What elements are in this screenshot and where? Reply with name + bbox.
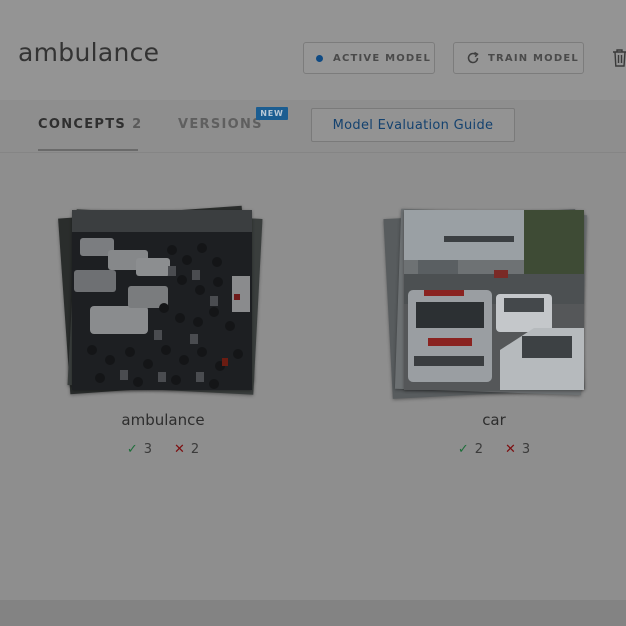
concept-name: ambulance — [121, 411, 205, 429]
status-dot-icon — [316, 54, 323, 62]
negative-count: ✕ 2 — [174, 442, 200, 457]
model-title: ambulance — [18, 38, 160, 67]
check-icon: ✓ — [457, 442, 469, 457]
trash-icon[interactable] — [612, 48, 626, 72]
tab-versions[interactable]: VERSIONS — [178, 117, 263, 132]
concept-name: car — [482, 411, 506, 429]
negative-count: ✕ 3 — [505, 442, 531, 457]
tab-concepts[interactable]: CONCEPTS 2 — [38, 117, 142, 132]
new-badge: NEW — [256, 107, 288, 120]
train-model-label: TRAIN MODEL — [488, 52, 579, 64]
active-model-label: ACTIVE MODEL — [333, 52, 432, 64]
positive-count: ✓ 2 — [457, 442, 483, 457]
model-evaluation-guide-button[interactable]: Model Evaluation Guide — [311, 108, 515, 142]
traffic-photo — [72, 210, 252, 390]
refresh-icon — [466, 51, 480, 65]
tab-concepts-label: CONCEPTS — [38, 117, 127, 132]
street-photo — [404, 210, 584, 390]
x-icon: ✕ — [505, 442, 516, 457]
check-icon: ✓ — [126, 442, 138, 457]
positive-count: ✓ 3 — [126, 442, 152, 457]
concept-counts: ✓ 2 ✕ 3 — [414, 442, 574, 457]
active-model-button[interactable]: ACTIVE MODEL — [303, 42, 435, 74]
train-model-button[interactable]: TRAIN MODEL — [453, 42, 584, 74]
concept-counts: ✓ 3 ✕ 2 — [83, 442, 243, 457]
x-icon: ✕ — [174, 442, 185, 457]
footer-bar — [0, 600, 626, 626]
concepts-count: 2 — [132, 117, 143, 132]
active-tab-indicator — [38, 149, 138, 151]
